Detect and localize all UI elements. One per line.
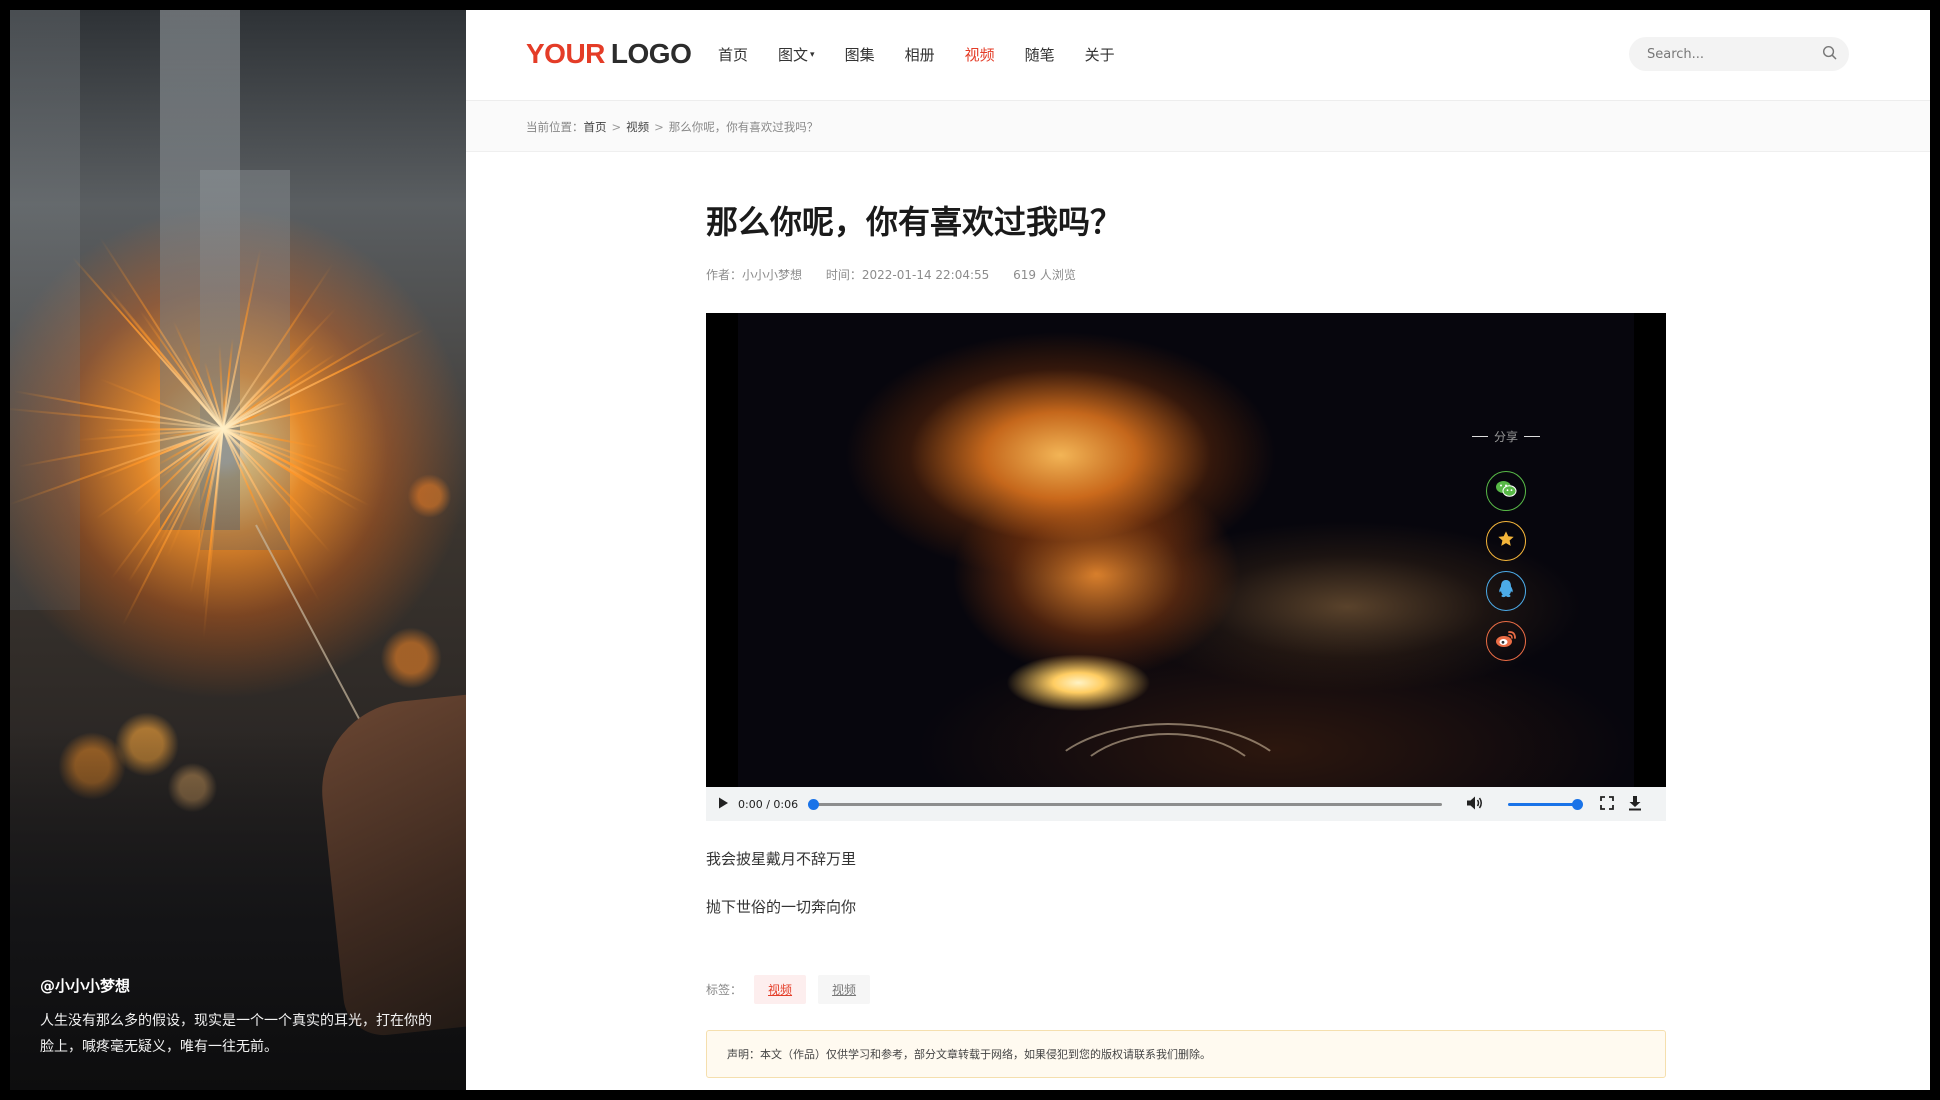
- breadcrumb: 当前位置：首页 > 视频 > 那么你呢，你有喜欢过我吗？: [466, 101, 1930, 152]
- weibo-icon: [1495, 630, 1517, 652]
- share-favorite-button[interactable]: [1486, 521, 1526, 561]
- video-progress-thumb[interactable]: [808, 798, 820, 810]
- qq-icon: [1498, 579, 1514, 603]
- sparkler-stick: [255, 524, 365, 729]
- share-wechat-button[interactable]: [1486, 471, 1526, 511]
- breadcrumb-current: 那么你呢，你有喜欢过我吗？: [668, 120, 819, 134]
- share-label: 分享: [1466, 428, 1546, 445]
- breadcrumb-home[interactable]: 首页: [584, 120, 607, 134]
- logo-part1: YOUR: [526, 38, 605, 69]
- nav-video[interactable]: 视频: [965, 44, 995, 65]
- share-qq-button[interactable]: [1486, 571, 1526, 611]
- article-views: 619 人浏览: [1013, 268, 1076, 282]
- breadcrumb-video[interactable]: 视频: [626, 120, 649, 134]
- video-time: 0:00 / 0:06: [738, 797, 799, 811]
- share-panel: 分享: [1466, 428, 1546, 661]
- main-nav: 首页 图文 ▾ 图集 相册 视频 随笔 关于: [718, 44, 1145, 65]
- hero-caption: @小小小梦想 人生没有那么多的假设，现实是一个一个真实的耳光，打在你的脸上，喊疼…: [40, 975, 440, 1060]
- video-progress-bar[interactable]: [808, 798, 1443, 810]
- nav-about[interactable]: 关于: [1085, 44, 1115, 65]
- breadcrumb-prefix: 当前位置：: [526, 120, 584, 134]
- building-shape: [10, 10, 80, 610]
- site-header: YOUR LOGO 首页 图文 ▾ 图集 相册 视频 随笔 关于: [466, 10, 1930, 101]
- play-icon[interactable]: [716, 796, 730, 813]
- article-title: 那么你呢，你有喜欢过我吗？: [706, 203, 1123, 241]
- tag-item[interactable]: 视频: [754, 975, 807, 1004]
- volume-icon[interactable]: [1466, 795, 1484, 814]
- share-weibo-button[interactable]: [1486, 621, 1526, 661]
- caret-down-icon: ▾: [810, 49, 815, 60]
- nav-album[interactable]: 相册: [905, 44, 935, 65]
- breadcrumb-separator: >: [611, 120, 622, 134]
- fullscreen-icon[interactable]: [1600, 795, 1615, 813]
- sparkler-sparks: [10, 236, 425, 639]
- main-panel: YOURLOGO 首页 图文▾ 图集 相册 视频 随笔 关于 当前位置：首页>视…: [466, 10, 1930, 1090]
- search-input[interactable]: [1647, 46, 1817, 62]
- tag-item[interactable]: 视频: [818, 975, 871, 1004]
- article-paragraph: 抛下世俗的一切奔向你: [706, 898, 857, 916]
- tags-label: 标签：: [706, 983, 743, 997]
- article-tags: 标签： 视频 视频: [706, 975, 1666, 1004]
- hero-author: @小小小梦想: [40, 977, 131, 995]
- nav-articles[interactable]: 图文 ▾: [778, 44, 815, 65]
- search-icon[interactable]: [1822, 45, 1837, 64]
- nav-home[interactable]: 首页: [718, 44, 748, 65]
- volume-thumb[interactable]: [1572, 798, 1584, 810]
- nav-notes[interactable]: 随笔: [1025, 44, 1055, 65]
- article-time: 时间：2022-01-14 22:04:55: [825, 268, 990, 282]
- volume-slider[interactable]: [1508, 798, 1584, 810]
- article-meta: 作者：小小小梦想 时间：2022-01-14 22:04:55 619 人浏览: [706, 266, 1666, 283]
- wechat-icon: [1495, 480, 1517, 502]
- nav-articles-label: 图文: [778, 46, 809, 64]
- hero-quote: 人生没有那么多的假设，现实是一个一个真实的耳光，打在你的脸上，喊疼毫无疑义，唯有…: [40, 1013, 432, 1055]
- building-shape: [200, 170, 290, 550]
- logo-part2: LOGO: [610, 38, 692, 69]
- search-box: [1629, 37, 1849, 71]
- article-author: 作者：小小小梦想: [706, 268, 803, 282]
- download-icon[interactable]: [1628, 795, 1642, 814]
- video-controls: 0:00 / 0:06: [706, 787, 1666, 821]
- breadcrumb-separator: >: [654, 120, 664, 134]
- nav-gallery[interactable]: 图集: [845, 44, 875, 65]
- copyright-notice: 声明：本文（作品）仅供学习和参考，部分文章转载于网络，如果侵犯到您的版权请联系我…: [706, 1030, 1666, 1078]
- favorite-star-icon: [1497, 530, 1515, 552]
- sidebar-hero: @小小小梦想 人生没有那么多的假设，现实是一个一个真实的耳光，打在你的脸上，喊疼…: [10, 10, 466, 1090]
- site-logo[interactable]: YOUR LOGO: [526, 38, 692, 70]
